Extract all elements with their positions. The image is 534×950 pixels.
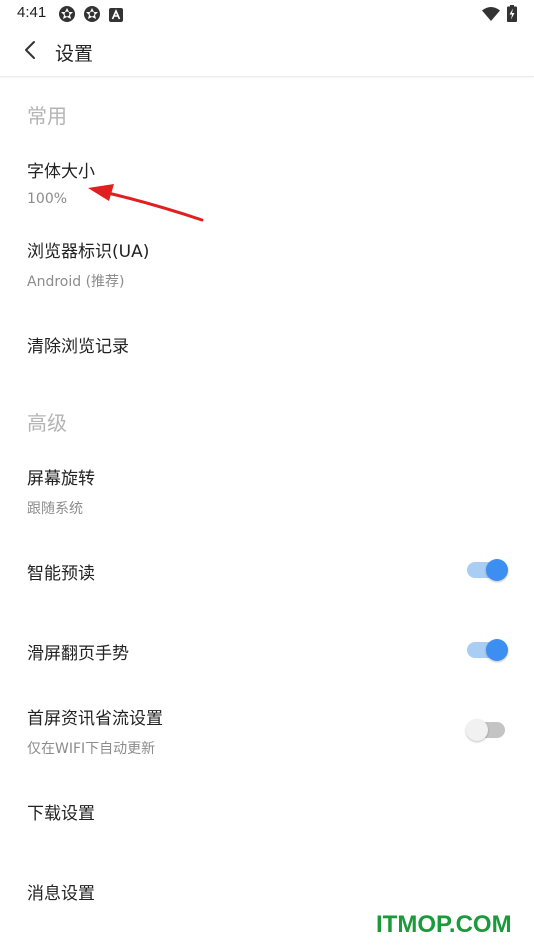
annotation-arrow-icon xyxy=(88,184,204,222)
download-settings-item[interactable]: 下载设置 xyxy=(0,772,534,848)
setting-title: 首屏资讯省流设置 xyxy=(27,709,163,729)
font-size-setting[interactable]: 字体大小 100% xyxy=(0,145,534,221)
section-header-common: 常用 xyxy=(27,104,67,128)
toggle-thumb xyxy=(466,719,488,741)
setting-title: 字体大小 xyxy=(27,162,95,182)
user-agent-setting[interactable]: 浏览器标识(UA) Android (推荐) xyxy=(0,225,534,301)
settings-gear-icon xyxy=(83,5,101,27)
smart-preload-setting[interactable]: 智能预读 xyxy=(0,532,534,608)
setting-title: 智能预读 xyxy=(27,564,95,584)
swipe-gesture-toggle[interactable] xyxy=(466,638,508,662)
setting-title: 清除浏览记录 xyxy=(27,337,129,357)
toggle-thumb xyxy=(486,639,508,661)
setting-summary: 仅在WIFI下自动更新 xyxy=(27,741,156,757)
setting-title: 屏幕旋转 xyxy=(27,469,95,489)
setting-summary: 100% xyxy=(27,191,68,207)
setting-summary: 跟随系统 xyxy=(27,501,83,517)
back-button[interactable] xyxy=(14,36,46,68)
setting-title: 下载设置 xyxy=(27,804,95,824)
section-header-advanced: 高级 xyxy=(27,411,67,435)
swipe-gesture-setting[interactable]: 滑屏翻页手势 xyxy=(0,612,534,688)
smart-preload-toggle[interactable] xyxy=(466,558,508,582)
status-bar: 4:41 xyxy=(0,0,534,28)
a-notification-icon xyxy=(109,7,123,26)
status-time: 4:41 xyxy=(17,4,47,21)
clear-history-setting[interactable]: 清除浏览记录 xyxy=(0,305,534,381)
wifi-icon xyxy=(482,6,500,25)
toggle-thumb xyxy=(486,559,508,581)
page-title: 设置 xyxy=(55,43,94,65)
setting-summary: Android (推荐) xyxy=(27,274,125,290)
setting-title: 浏览器标识(UA) xyxy=(27,242,150,262)
watermark-logo: ITMOP.COM xyxy=(376,911,512,938)
chevron-left-icon xyxy=(23,40,37,64)
screen-rotation-setting[interactable]: 屏幕旋转 跟随系统 xyxy=(0,452,534,528)
data-saver-toggle[interactable] xyxy=(466,718,508,742)
data-saver-setting[interactable]: 首屏资讯省流设置 仅在WIFI下自动更新 xyxy=(0,692,534,768)
setting-title: 消息设置 xyxy=(27,884,95,904)
app-toolbar: 设置 xyxy=(0,28,534,77)
setting-title: 滑屏翻页手势 xyxy=(27,644,129,664)
settings-gear-icon xyxy=(58,5,76,27)
battery-charging-icon xyxy=(507,5,517,26)
